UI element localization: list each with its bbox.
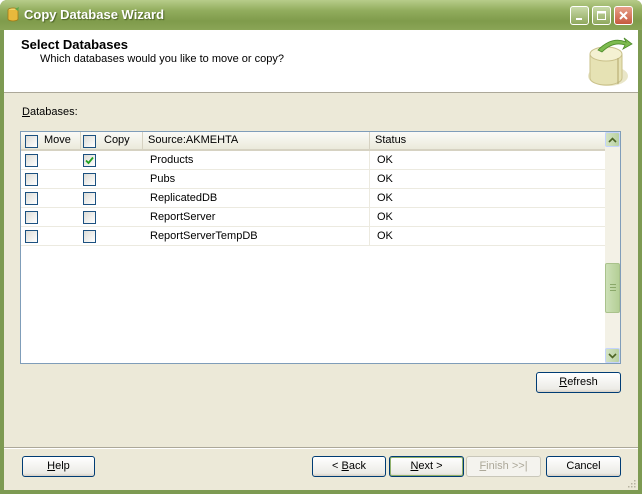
minimize-button[interactable] [570, 6, 589, 25]
move-cell [21, 170, 81, 188]
copy-checkbox[interactable] [83, 230, 96, 243]
maximize-button[interactable] [592, 6, 611, 25]
copy-checkbox[interactable] [83, 211, 96, 224]
help-label: elp [55, 460, 70, 472]
page-title: Select Databases [21, 37, 128, 52]
move-cell [21, 227, 81, 245]
minimize-icon [576, 18, 582, 20]
databases-label-text: atabases: [29, 106, 78, 118]
database-name: ReportServer [143, 208, 370, 226]
move-cell [21, 208, 81, 226]
copy-checkbox[interactable] [83, 173, 96, 186]
move-checkbox[interactable] [25, 173, 38, 186]
copy-cell [81, 189, 143, 207]
finish-button: Finish >>| [466, 456, 541, 477]
next-button[interactable]: Next > [389, 456, 464, 477]
wizard-client-area: Select Databases Which databases would y… [4, 30, 638, 490]
move-cell [21, 189, 81, 207]
vertical-scrollbar[interactable] [605, 132, 620, 363]
databases-grid[interactable]: Move Copy Source:AKMEHTA Status Products… [20, 131, 621, 364]
back-accelerator: B [341, 460, 349, 472]
table-row[interactable]: Pubs OK [21, 170, 605, 189]
close-button[interactable] [614, 6, 633, 25]
database-status: OK [377, 230, 393, 242]
scroll-up-button[interactable] [605, 132, 620, 147]
refresh-label: efresh [567, 376, 598, 388]
scrollbar-thumb[interactable] [605, 263, 620, 313]
table-row[interactable]: ReportServerTempDB OK [21, 227, 605, 246]
move-checkbox[interactable] [25, 211, 38, 224]
checkmark-icon [85, 156, 94, 165]
page-subtitle: Which databases would you like to move o… [40, 53, 284, 65]
copy-cell [81, 227, 143, 245]
help-accelerator: H [47, 460, 56, 472]
maximize-icon [597, 11, 606, 20]
database-status: OK [377, 192, 393, 204]
column-header-source[interactable]: Source:AKMEHTA [143, 132, 370, 149]
chevron-up-icon [608, 136, 617, 143]
title-bar[interactable]: Copy Database Wizard [0, 0, 642, 30]
move-checkbox[interactable] [25, 230, 38, 243]
table-row[interactable]: ReplicatedDB OK [21, 189, 605, 208]
close-icon [619, 11, 628, 20]
next-label: ext > [418, 460, 443, 472]
database-status: OK [377, 154, 393, 166]
wizard-header: Select Databases Which databases would y… [4, 30, 638, 93]
thumb-grip-line [610, 290, 616, 291]
select-all-copy-checkbox[interactable] [83, 135, 96, 148]
database-status: OK [377, 211, 393, 223]
grid-header: Move Copy Source:AKMEHTA Status [21, 132, 605, 151]
table-row[interactable]: ReportServer OK [21, 208, 605, 227]
move-checkbox[interactable] [25, 192, 38, 205]
back-label: ack [348, 460, 366, 472]
copy-cell [81, 151, 143, 169]
database-status: OK [377, 173, 393, 185]
chevron-down-icon [608, 352, 617, 359]
database-name: ReplicatedDB [143, 189, 370, 207]
database-name: ReportServerTempDB [143, 227, 370, 245]
refresh-button[interactable]: Refresh [536, 372, 621, 393]
column-header-move[interactable]: Move [21, 132, 81, 149]
size-grip-icon[interactable] [626, 478, 636, 488]
databases-label-accelerator: D [22, 106, 30, 118]
window-title: Copy Database Wizard [24, 7, 165, 22]
column-header-copy-label: Copy [104, 134, 130, 146]
column-header-status[interactable]: Status [370, 132, 605, 149]
select-all-move-checkbox[interactable] [25, 135, 38, 148]
database-name: Products [143, 151, 370, 169]
scroll-down-button[interactable] [605, 348, 620, 363]
database-copy-graphic-icon [588, 37, 633, 86]
databases-label: Databases: [22, 106, 78, 118]
copy-cell [81, 170, 143, 188]
copy-cell [81, 208, 143, 226]
back-prefix: < [332, 460, 342, 472]
column-header-move-label: Move [44, 134, 71, 146]
refresh-accelerator: R [559, 376, 568, 388]
move-checkbox[interactable] [25, 154, 38, 167]
copy-checkbox[interactable] [83, 154, 96, 167]
wizard-window: Copy Database Wizard Select Databases Wh… [0, 0, 642, 494]
cancel-button[interactable]: Cancel [546, 456, 621, 477]
table-row[interactable]: Products OK [21, 151, 605, 170]
back-button[interactable]: < Back [312, 456, 386, 477]
footer-separator [4, 447, 638, 449]
finish-label: inish >>| [486, 460, 528, 472]
wizard-app-icon [7, 7, 19, 22]
thumb-grip-line [610, 287, 616, 288]
column-header-copy[interactable]: Copy [81, 132, 143, 149]
database-name: Pubs [143, 170, 370, 188]
thumb-grip-line [610, 284, 616, 285]
copy-checkbox[interactable] [83, 192, 96, 205]
help-button[interactable]: Help [22, 456, 95, 477]
move-cell [21, 151, 81, 169]
